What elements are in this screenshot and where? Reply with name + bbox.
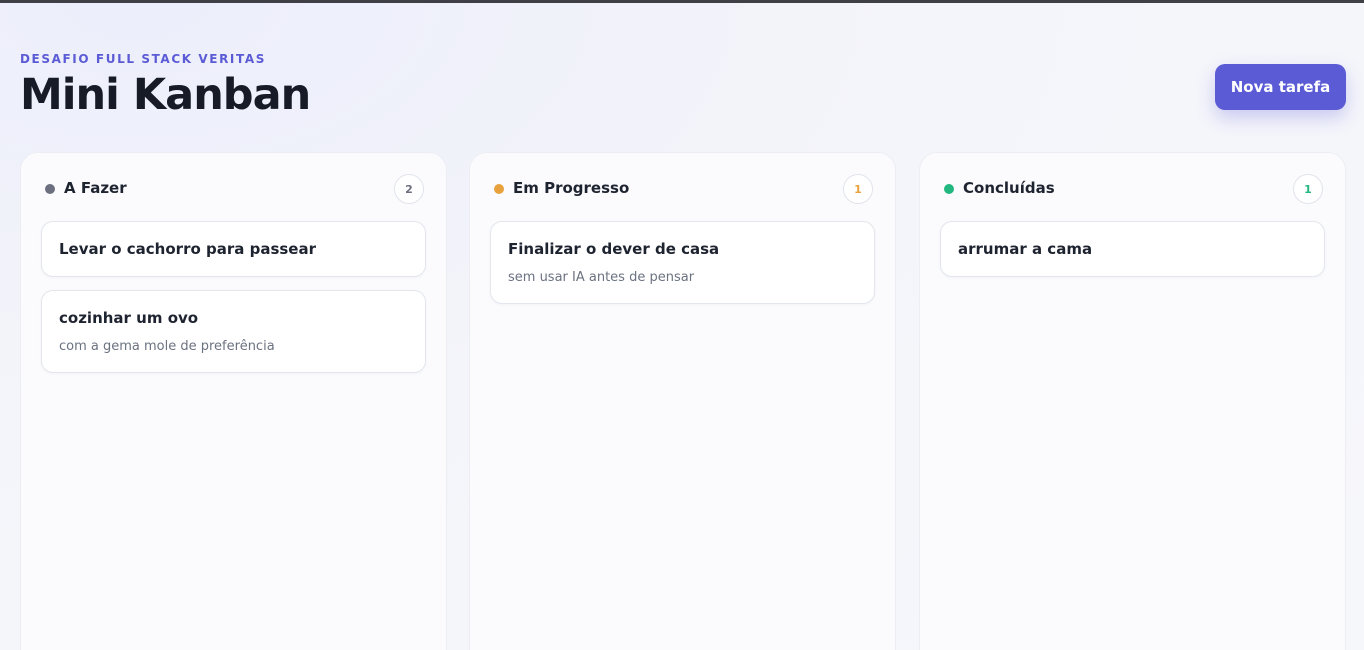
new-task-button[interactable]: Nova tarefa: [1215, 64, 1346, 110]
task-card-description: com a gema mole de preferência: [59, 339, 275, 354]
column-title: Concluídas: [963, 179, 1055, 197]
task-card-title: arrumar a cama: [958, 240, 1093, 258]
column-header: Em Progresso 1: [492, 174, 873, 204]
task-card-title: cozinhar um ovo: [59, 309, 199, 327]
page-title: Mini Kanban: [20, 70, 311, 120]
column-done: Concluídas 1 arrumar a cama: [919, 152, 1346, 650]
column-title: Em Progresso: [513, 179, 630, 197]
column-count-badge: 2: [394, 174, 424, 204]
page-eyebrow: DESAFIO FULL STACK VERITAS: [20, 52, 266, 66]
kanban-board: A Fazer 2 Levar o cachorro para passear …: [20, 152, 1346, 650]
task-card-title: Finalizar o dever de casa: [508, 240, 720, 258]
card-list: Finalizar o dever de casa sem usar IA an…: [490, 221, 875, 317]
status-dot-icon: [45, 184, 55, 194]
column-in-progress: Em Progresso 1 Finalizar o dever de casa…: [469, 152, 896, 650]
card-list: arrumar a cama: [940, 221, 1325, 290]
task-card[interactable]: arrumar a cama: [940, 221, 1325, 277]
column-header: A Fazer 2: [43, 174, 424, 204]
column-todo: A Fazer 2 Levar o cachorro para passear …: [20, 152, 447, 650]
task-card[interactable]: cozinhar um ovo com a gema mole de prefe…: [41, 290, 426, 373]
column-count-badge: 1: [1293, 174, 1323, 204]
page-header: DESAFIO FULL STACK VERITAS Mini Kanban N…: [20, 52, 1346, 132]
task-card-description: sem usar IA antes de pensar: [508, 270, 695, 285]
task-card[interactable]: Finalizar o dever de casa sem usar IA an…: [490, 221, 875, 304]
task-card-title: Levar o cachorro para passear: [59, 240, 316, 258]
task-card[interactable]: Levar o cachorro para passear: [41, 221, 426, 277]
column-count-badge: 1: [843, 174, 873, 204]
card-list: Levar o cachorro para passear cozinhar u…: [41, 221, 426, 386]
status-dot-icon: [944, 184, 954, 194]
column-header: Concluídas 1: [942, 174, 1323, 204]
status-dot-icon: [494, 184, 504, 194]
column-title: A Fazer: [64, 179, 127, 197]
